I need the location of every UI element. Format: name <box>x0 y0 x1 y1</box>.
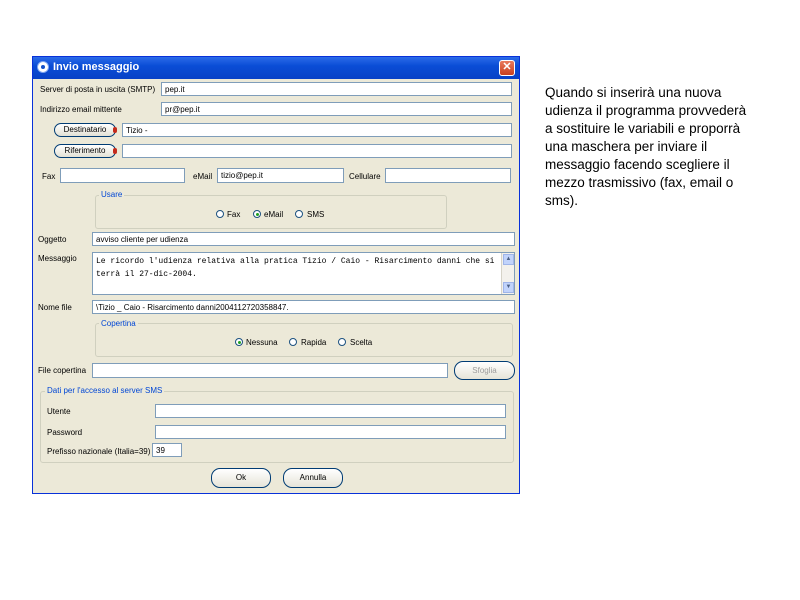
subject-field[interactable]: avviso cliente per udienza <box>92 232 515 246</box>
radio-nessuna[interactable] <box>235 338 243 346</box>
cancel-button[interactable]: Annulla <box>283 468 343 488</box>
radio-fax-label: Fax <box>227 210 241 219</box>
email-label: eMail <box>193 172 213 181</box>
filename-label: Nome file <box>38 303 72 312</box>
usare-group-title: Usare <box>99 190 125 199</box>
reference-field[interactable] <box>122 144 512 158</box>
radio-email[interactable] <box>253 210 261 218</box>
filename-field[interactable]: \Tizio _ Caio - Risarcimento danni200411… <box>92 300 515 314</box>
copertina-group-title: Copertina <box>99 319 138 328</box>
radio-sms-label: SMS <box>307 210 325 219</box>
window-title: Invio messaggio <box>53 61 140 73</box>
ok-button[interactable]: Ok <box>211 468 271 488</box>
user-field[interactable] <box>155 404 506 418</box>
cover-file-label: File copertina <box>38 366 87 375</box>
message-dialog: Invio messaggio ✕ Server di posta in usc… <box>32 56 520 494</box>
sender-label: Indirizzo email mittente <box>40 105 122 114</box>
user-label: Utente <box>47 407 71 416</box>
close-button[interactable]: ✕ <box>499 60 515 76</box>
message-textarea[interactable]: Le ricordo l'udienza relativa alla prati… <box>92 252 515 295</box>
message-label: Messaggio <box>38 254 77 263</box>
radio-rapida[interactable] <box>289 338 297 346</box>
smtp-field[interactable]: pep.it <box>161 82 512 96</box>
reference-button[interactable]: Riferimento <box>54 144 117 158</box>
required-indicator <box>113 148 117 154</box>
reference-button-label: Riferimento <box>64 146 106 155</box>
recipient-field[interactable]: Tizio - <box>122 123 512 137</box>
scroll-up-arrow-icon[interactable]: ▲ <box>503 254 514 265</box>
password-field[interactable] <box>155 425 506 439</box>
message-text: Le ricordo l'udienza relativa alla prati… <box>96 257 495 279</box>
fax-field[interactable] <box>60 168 185 183</box>
recipient-button-label: Destinatario <box>63 125 107 134</box>
prefix-label: Prefisso nazionale (Italia=39) <box>47 447 151 456</box>
radio-sms[interactable] <box>295 210 303 218</box>
app-icon <box>37 61 49 73</box>
recipient-button[interactable]: Destinatario <box>54 123 117 137</box>
radio-scelta-label: Scelta <box>350 338 373 347</box>
cell-field[interactable] <box>385 168 511 183</box>
fax-label: Fax <box>42 172 56 181</box>
cell-label: Cellulare <box>349 172 381 181</box>
smtp-label: Server di posta in uscita (SMTP) <box>40 85 156 94</box>
radio-rapida-label: Rapida <box>301 338 327 347</box>
radio-fax[interactable] <box>216 210 224 218</box>
browse-button[interactable]: Sfoglia <box>454 361 515 380</box>
radio-scelta[interactable] <box>338 338 346 346</box>
subject-label: Oggetto <box>38 235 67 244</box>
cover-file-field[interactable] <box>92 363 448 378</box>
title-bar[interactable]: Invio messaggio ✕ <box>33 57 519 79</box>
required-indicator <box>113 127 117 133</box>
side-note: Quando si inserirà una nuova udienza il … <box>545 85 747 208</box>
radio-nessuna-label: Nessuna <box>246 338 278 347</box>
scroll-down-arrow-icon[interactable]: ▼ <box>503 282 514 293</box>
sender-field[interactable]: pr@pep.it <box>161 102 512 116</box>
password-label: Password <box>47 428 83 437</box>
message-scrollbar[interactable]: ▲ ▼ <box>501 253 514 294</box>
radio-email-label: eMail <box>264 210 284 219</box>
sms-group-title: Dati per l'accesso al server SMS <box>45 386 165 395</box>
prefix-field[interactable]: 39 <box>152 443 182 457</box>
email-field[interactable]: tizio@pep.it <box>217 168 344 183</box>
